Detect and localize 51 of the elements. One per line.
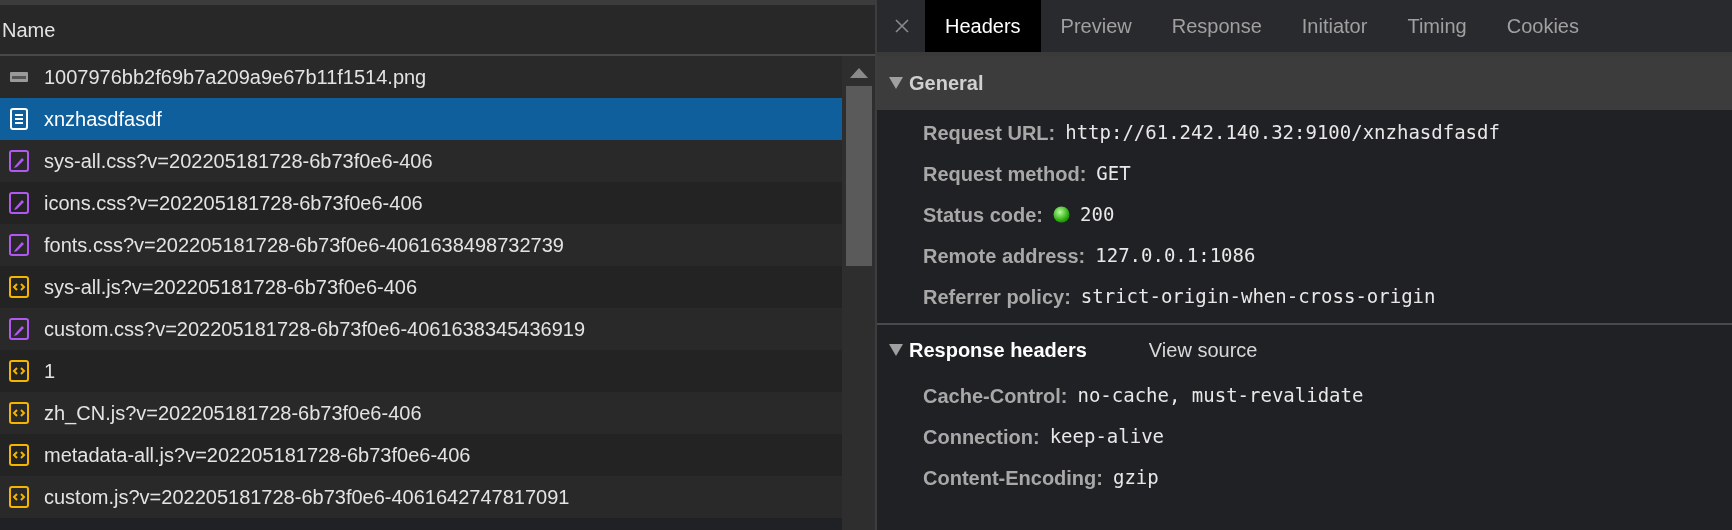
tab[interactable]: Response [1151, 0, 1282, 52]
status-dot-icon [1053, 206, 1071, 223]
tab[interactable]: Cookies [1486, 0, 1599, 52]
column-header[interactable]: Name [0, 14, 56, 45]
header-value: http://61.242.140.32:9100/xnzhasdfasdf [1065, 120, 1500, 146]
image-icon [10, 72, 28, 82]
tab[interactable]: Headers [925, 0, 1041, 52]
header-name: Remote address: [923, 243, 1086, 269]
scrollbar-thumb[interactable] [845, 86, 872, 266]
header-name: Request method: [923, 161, 1087, 187]
header-value: 127.0.0.1:1086 [1095, 243, 1256, 269]
view-source-link[interactable]: View source [1148, 335, 1258, 365]
request-row[interactable]: sys-all.css?v=202205181728-6b73f0e6-406 [0, 140, 842, 182]
request-row[interactable]: fonts.css?v=202205181728-6b73f0e6-4061638498732739 [0, 224, 842, 266]
header-name: Connection: [923, 424, 1040, 450]
code-icon [9, 486, 29, 508]
header-name: Referrer policy: [923, 284, 1071, 310]
code-icon [9, 276, 29, 298]
header-value: no-cache, must-revalidate [1077, 383, 1364, 409]
pen-icon [9, 192, 29, 214]
header-value: keep-alive [1049, 424, 1165, 450]
tab[interactable]: Timing [1387, 0, 1487, 52]
header-name: Content-Encoding: [923, 465, 1103, 491]
caret-icon[interactable] [889, 77, 903, 89]
request-row[interactable]: custom.js?v=202205181728-6b73f0e6-4061642747817091 [0, 476, 842, 518]
scrollbar[interactable] [842, 56, 875, 530]
request-row[interactable]: 1007976bb2f69b7a209a9e67b11f1514.png [0, 56, 842, 98]
header-value: GET [1096, 161, 1131, 187]
request-row[interactable]: xnzhasdfasdf [0, 98, 842, 140]
header-name: Status code: [923, 202, 1044, 228]
scroll-up-arrow-icon[interactable] [849, 68, 868, 78]
pen-icon [9, 234, 29, 256]
header-name: Cache-Control: [923, 383, 1068, 409]
code-icon [9, 360, 29, 382]
code-icon [9, 402, 29, 424]
header-value: strict-origin-when-cross-origin [1080, 284, 1436, 310]
section-title[interactable]: General [909, 68, 984, 98]
tab[interactable]: Preview [1040, 0, 1152, 52]
code-icon [9, 444, 29, 466]
section-title[interactable]: Response headers [909, 335, 1087, 365]
tab[interactable]: Initiator [1281, 0, 1388, 52]
request-row[interactable]: zh_CN.js?v=202205181728-6b73f0e6-406 [0, 392, 842, 434]
pen-icon [9, 150, 29, 172]
caret-icon[interactable] [889, 344, 903, 356]
header-value: 200 [1080, 202, 1115, 228]
close-icon[interactable] [895, 19, 909, 33]
pen-icon [9, 318, 29, 340]
request-row[interactable]: custom.css?v=202205181728-6b73f0e6-4061638345436919 [0, 308, 842, 350]
document-icon [10, 108, 28, 130]
header-value: gzip [1112, 465, 1159, 491]
header-name: Request URL: [923, 120, 1056, 146]
